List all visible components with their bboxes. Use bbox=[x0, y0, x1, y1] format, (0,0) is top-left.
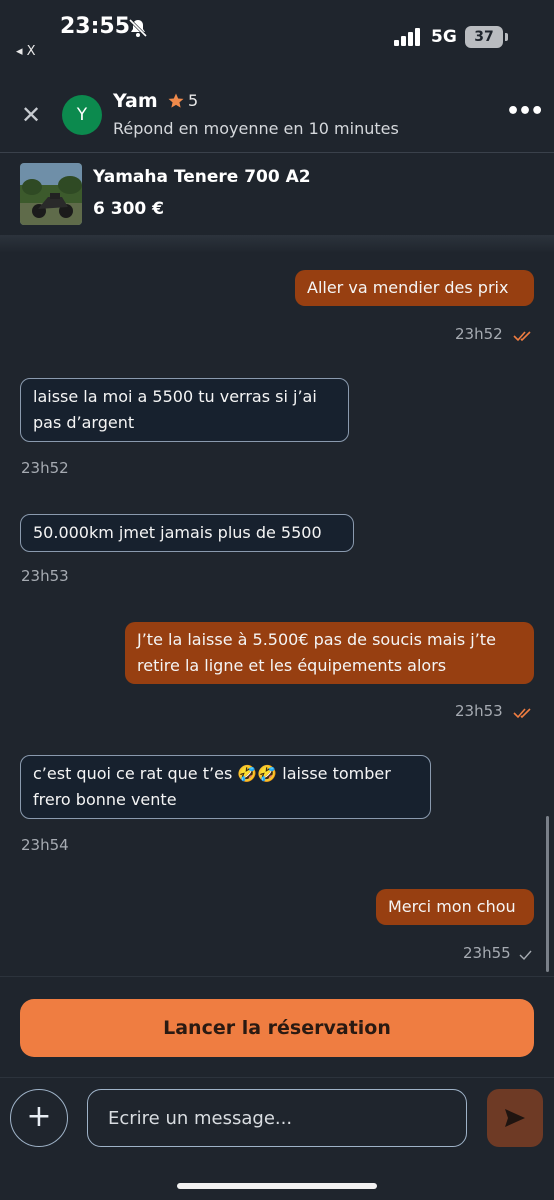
message-time: 23h52 bbox=[455, 325, 503, 343]
network-type: 5G bbox=[431, 27, 457, 47]
double-check-icon bbox=[513, 708, 531, 719]
status-time: 23:55 bbox=[60, 14, 131, 39]
message-text: 50.000km jmet jamais plus de 5500 bbox=[33, 523, 322, 542]
start-reservation-button[interactable]: Lancer la réservation bbox=[20, 999, 534, 1057]
rating-value: 5 bbox=[188, 91, 199, 110]
signal-icon bbox=[394, 28, 420, 46]
message-text: J’te la laisse à 5.500€ pas de soucis ma… bbox=[137, 630, 496, 675]
message-incoming[interactable]: c’est quoi ce rat que t’es 🤣🤣 laisse tom… bbox=[20, 755, 431, 819]
listing-shadow bbox=[0, 235, 554, 253]
message-incoming[interactable]: 50.000km jmet jamais plus de 5500 bbox=[20, 514, 354, 552]
message-outgoing[interactable]: J’te la laisse à 5.500€ pas de soucis ma… bbox=[125, 622, 534, 684]
listing-thumbnail[interactable] bbox=[20, 163, 82, 225]
message-text: Aller va mendier des prix bbox=[307, 278, 509, 297]
message-time: 23h53 bbox=[21, 567, 69, 585]
messages-divider bbox=[0, 976, 554, 977]
message-incoming[interactable]: laisse la moi a 5500 tu verras si j’ai p… bbox=[20, 378, 349, 442]
message-text: Merci mon chou bbox=[388, 897, 516, 916]
avatar[interactable]: Y bbox=[62, 95, 102, 135]
message-outgoing[interactable]: Merci mon chou bbox=[376, 889, 534, 925]
message-text: laisse la moi a 5500 tu verras si j’ai p… bbox=[33, 387, 317, 432]
compose-divider bbox=[0, 1077, 554, 1078]
listing-card[interactable]: Yamaha Tenere 700 A2 6 300 € bbox=[0, 153, 554, 235]
send-button[interactable] bbox=[487, 1089, 543, 1147]
double-check-icon bbox=[513, 331, 531, 342]
more-options-button[interactable]: ••• bbox=[506, 98, 544, 126]
listing-title[interactable]: Yamaha Tenere 700 A2 bbox=[93, 167, 311, 187]
message-time: 23h52 bbox=[21, 459, 69, 477]
chat-header: ✕ Y Yam 5 Répond en moyenne en 10 minute… bbox=[0, 78, 554, 152]
battery-cap bbox=[505, 33, 508, 41]
close-button[interactable]: ✕ bbox=[18, 102, 44, 128]
message-time: 23h55 bbox=[463, 944, 511, 962]
star-icon bbox=[168, 93, 184, 108]
listing-price: 6 300 € bbox=[93, 199, 164, 219]
message-time: 23h53 bbox=[455, 702, 503, 720]
contact-name[interactable]: Yam bbox=[113, 90, 158, 112]
bell-off-icon bbox=[128, 18, 148, 38]
message-outgoing[interactable]: Aller va mendier des prix bbox=[295, 270, 534, 306]
response-time-text: Répond en moyenne en 10 minutes bbox=[113, 119, 399, 138]
add-attachment-button[interactable]: + bbox=[10, 1089, 68, 1147]
status-bar: 23:55 ◂ X 5G 37 bbox=[0, 0, 554, 70]
message-input[interactable] bbox=[87, 1089, 467, 1147]
message-text: c’est quoi ce rat que t’es 🤣🤣 laisse tom… bbox=[33, 764, 391, 809]
battery-icon: 37 bbox=[465, 26, 503, 48]
send-icon bbox=[505, 1109, 525, 1127]
home-indicator[interactable] bbox=[177, 1183, 377, 1189]
scrollbar[interactable] bbox=[546, 816, 549, 972]
check-icon bbox=[519, 950, 532, 961]
back-to-app-link[interactable]: ◂ X bbox=[16, 44, 36, 59]
message-time: 23h54 bbox=[21, 836, 69, 854]
